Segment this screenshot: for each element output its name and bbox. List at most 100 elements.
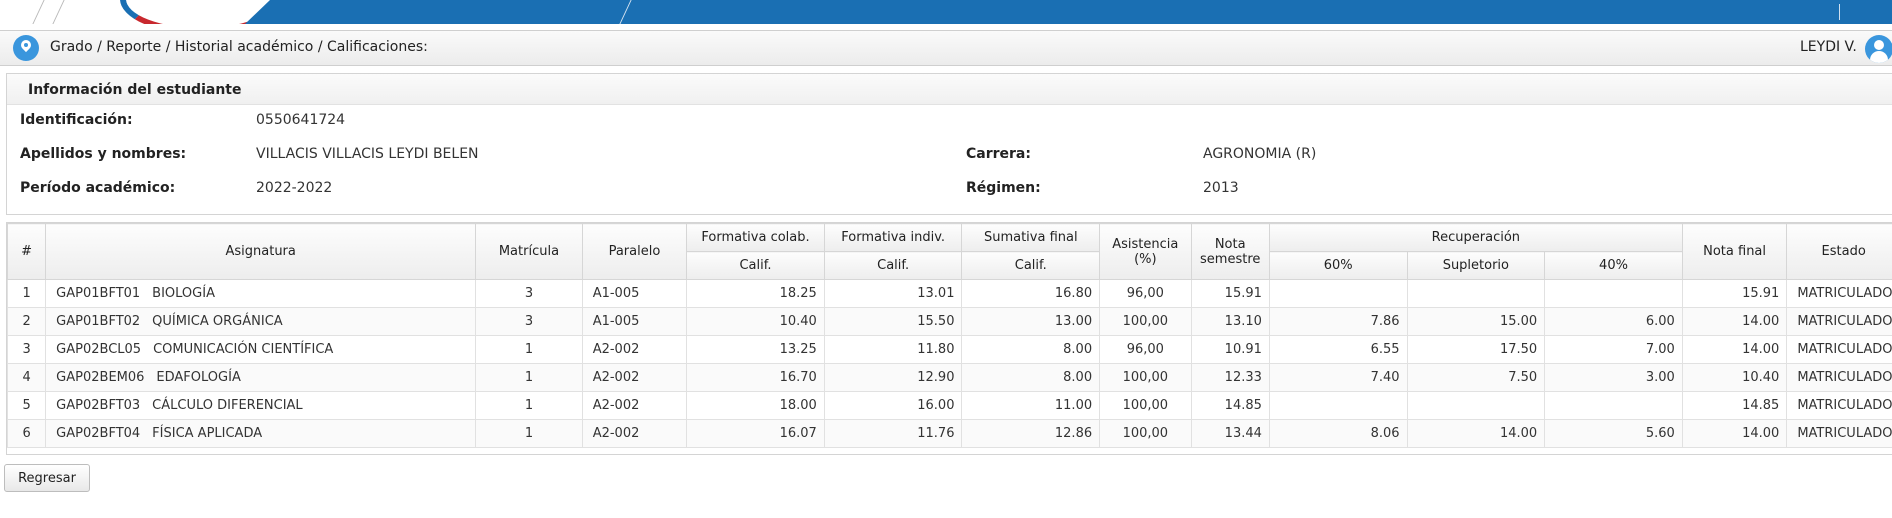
recovery-40-cell: 6.00: [1544, 307, 1683, 336]
grades-table-body: 1 GAP01BFT01 BIOLOGÍA 3 A1-005 18.25 13.0…: [7, 279, 1892, 448]
enrollment-cell: 1: [475, 391, 583, 420]
supletorio-cell: [1406, 391, 1546, 420]
col-header-attendance[interactable]: Asistencia (%): [1099, 223, 1192, 280]
subject-code: GAP02BFT03: [56, 398, 141, 413]
recovery-60-cell: 7.40: [1268, 363, 1408, 392]
user-name[interactable]: LEYDI V.: [1800, 39, 1857, 55]
supletorio-cell: 15.00: [1406, 307, 1546, 336]
subject-cell: GAP02BFT04 FÍSICA APLICADA: [45, 419, 477, 448]
col-header-recovery-60[interactable]: 60%: [1268, 251, 1408, 280]
final-grade-cell: 10.40: [1681, 363, 1788, 392]
summative-final-cell: 8.00: [961, 335, 1101, 364]
subject-cell: GAP02BEM06 EDAFOLOGÍA: [45, 363, 477, 392]
banner-decor-line: [32, 0, 45, 24]
id-label: Identificación:: [20, 112, 133, 128]
col-header-status[interactable]: Estado: [1786, 223, 1892, 280]
id-value: 0550641724: [256, 112, 346, 128]
semester-grade-cell: 13.44: [1190, 419, 1270, 448]
col-header-recovery-40[interactable]: 40%: [1544, 251, 1683, 280]
table-row[interactable]: 4 GAP02BEM06 EDAFOLOGÍA 1 A2-002 16.70 12…: [7, 363, 1892, 392]
subject-code: GAP01BFT02: [56, 314, 141, 329]
enrollment-cell: 1: [475, 335, 583, 364]
recovery-40-cell: 3.00: [1544, 363, 1683, 392]
subject-code: GAP02BEM06: [56, 370, 145, 385]
enrollment-cell: 1: [475, 419, 583, 448]
supletorio-cell: 17.50: [1406, 335, 1546, 364]
col-header-semester-grade[interactable]: Nota semestre: [1190, 223, 1270, 280]
back-button[interactable]: Regresar: [4, 464, 90, 492]
semester-grade-cell: 12.33: [1190, 363, 1270, 392]
attendance-cell: 100,00: [1099, 307, 1192, 336]
col-header-subject[interactable]: Asignatura: [45, 223, 477, 280]
panel-title: Información del estudiante: [28, 82, 242, 98]
subject-cell: GAP01BFT01 BIOLOGÍA: [45, 279, 477, 308]
recovery-60-cell: [1268, 279, 1408, 308]
career-value: AGRONOMIA (R): [1203, 146, 1317, 162]
attendance-cell: 100,00: [1099, 363, 1192, 392]
col-header-supletorio[interactable]: Supletorio: [1406, 251, 1546, 280]
formative-collab-cell: 16.07: [686, 419, 825, 448]
career-label: Carrera:: [966, 146, 1031, 162]
banner-blue-band: [245, 0, 1892, 24]
user-avatar-icon[interactable]: [1865, 35, 1892, 63]
summative-final-cell: 16.80: [961, 279, 1101, 308]
parallel-cell: A2-002: [581, 391, 688, 420]
subject-cell: GAP02BCL05 COMUNICACIÓN CIENTÍFICA: [45, 335, 477, 364]
col-header-final-grade[interactable]: Nota final: [1681, 223, 1788, 280]
semester-grade-cell: 13.10: [1190, 307, 1270, 336]
recovery-40-cell: 7.00: [1544, 335, 1683, 364]
summative-final-cell: 11.00: [961, 391, 1101, 420]
subject-name: FÍSICA APLICADA: [152, 426, 263, 441]
recovery-60-cell: [1268, 391, 1408, 420]
banner-divider: [1839, 4, 1840, 20]
summative-final-cell: 13.00: [961, 307, 1101, 336]
status-cell: MATRICULADO: [1786, 419, 1892, 448]
semester-grade-cell: 10.91: [1190, 335, 1270, 364]
col-header-enrollment[interactable]: Matrícula: [475, 223, 583, 280]
col-header-calif[interactable]: Calif.: [686, 251, 825, 280]
period-value: 2022-2022: [256, 180, 333, 196]
grades-table-container: # Asignatura Matrícula Paralelo Formativ…: [6, 222, 1892, 455]
row-number: 1: [7, 279, 47, 308]
supletorio-cell: 7.50: [1406, 363, 1546, 392]
supletorio-cell: [1406, 279, 1546, 308]
status-cell: MATRICULADO: [1786, 279, 1892, 308]
col-header-parallel[interactable]: Paralelo: [581, 223, 688, 280]
period-label: Período académico:: [20, 180, 176, 196]
semester-grade-cell: 14.85: [1190, 391, 1270, 420]
formative-indiv-cell: 13.01: [823, 279, 963, 308]
table-row[interactable]: 3 GAP02BCL05 COMUNICACIÓN CIENTÍFICA 1 A2…: [7, 335, 1892, 364]
col-header-calif[interactable]: Calif.: [823, 251, 963, 280]
recovery-40-cell: [1544, 391, 1683, 420]
subject-cell: GAP02BFT03 CÁLCULO DIFERENCIAL: [45, 391, 477, 420]
summative-final-cell: 8.00: [961, 363, 1101, 392]
regime-value: 2013: [1203, 180, 1239, 196]
status-cell: MATRICULADO: [1786, 363, 1892, 392]
table-row[interactable]: 2 GAP01BFT02 QUÍMICA ORGÁNICA 3 A1-005 10…: [7, 307, 1892, 336]
final-grade-cell: 14.85: [1681, 391, 1788, 420]
row-number: 6: [7, 419, 47, 448]
subject-code: GAP01BFT01: [56, 286, 141, 301]
table-row[interactable]: 5 GAP02BFT03 CÁLCULO DIFERENCIAL 1 A2-002…: [7, 391, 1892, 420]
row-number: 4: [7, 363, 47, 392]
row-number: 2: [7, 307, 47, 336]
col-header-summative-final[interactable]: Sumativa final: [961, 223, 1101, 252]
table-row[interactable]: 1 GAP01BFT01 BIOLOGÍA 3 A1-005 18.25 13.0…: [7, 279, 1892, 308]
formative-indiv-cell: 11.80: [823, 335, 963, 364]
formative-indiv-cell: 11.76: [823, 419, 963, 448]
breadcrumb-bar: Grado / Reporte / Historial académico / …: [0, 30, 1892, 66]
parallel-cell: A1-005: [581, 307, 688, 336]
enrollment-cell: 3: [475, 307, 583, 336]
col-header-number[interactable]: #: [7, 223, 47, 280]
breadcrumb: Grado / Reporte / Historial académico / …: [50, 39, 428, 55]
col-header-calif[interactable]: Calif.: [961, 251, 1101, 280]
table-row[interactable]: 6 GAP02BFT04 FÍSICA APLICADA 1 A2-002 16.…: [7, 419, 1892, 448]
name-label: Apellidos y nombres:: [20, 146, 187, 162]
col-header-formative-indiv[interactable]: Formativa indiv.: [823, 223, 963, 252]
recovery-60-cell: 7.86: [1268, 307, 1408, 336]
banner-decor-line: [52, 0, 65, 24]
recovery-40-cell: [1544, 279, 1683, 308]
col-header-formative-collab[interactable]: Formativa colab.: [686, 223, 825, 252]
enrollment-cell: 3: [475, 279, 583, 308]
final-grade-cell: 14.00: [1681, 419, 1788, 448]
